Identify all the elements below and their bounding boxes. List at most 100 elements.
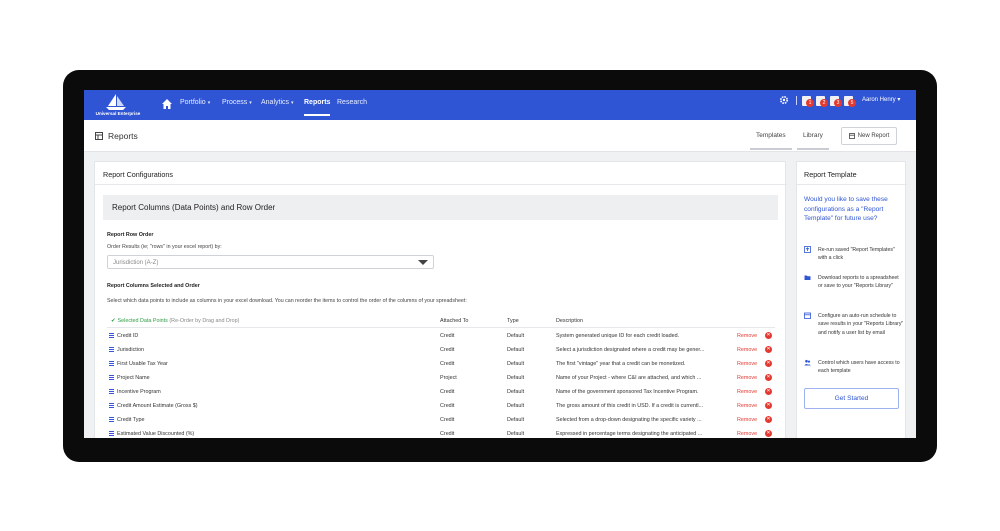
notification-badge: 3 — [834, 99, 842, 107]
drag-handle-icon[interactable] — [109, 375, 114, 380]
th-description: Description — [556, 318, 583, 324]
th-selected: ✔ Selected Data Points (Re-Order by Drag … — [111, 318, 240, 324]
drag-handle-icon[interactable] — [109, 431, 114, 436]
cell-description: Name of your Project - where C&I are att… — [556, 375, 702, 381]
logo[interactable]: Universal Enterprise — [90, 92, 142, 118]
cell-description: The gross amount of this credit in USD. … — [556, 403, 704, 409]
order-select-value: Jurisdiction (A-Z) — [113, 259, 159, 266]
cell-description: Name of the government sponsored Tax Inc… — [556, 389, 699, 395]
cell-type: Default — [507, 389, 525, 395]
cell-type: Default — [507, 361, 525, 367]
cell-name: Project Name — [117, 375, 150, 381]
order-select[interactable]: Jurisdiction (A-Z) — [107, 255, 434, 269]
table-row[interactable]: First Usable Tax Year Credit Default The fi… — [107, 357, 775, 371]
th-type: Type — [507, 318, 519, 324]
nav-portfolio[interactable]: Portfolio ▾ — [180, 99, 210, 106]
drag-handle-icon[interactable] — [109, 361, 114, 366]
drag-handle-icon[interactable] — [109, 417, 114, 422]
new-report-button[interactable]: New Report — [841, 127, 897, 145]
nav-process[interactable]: Process ▾ — [222, 99, 252, 106]
divider — [95, 184, 787, 185]
gear-icon[interactable] — [779, 95, 789, 105]
cell-description: Select a jurisdiction designated where a… — [556, 347, 705, 353]
home-icon[interactable] — [161, 98, 173, 110]
table-row[interactable]: Credit Type Credit Default Selected from a … — [107, 413, 775, 427]
drag-handle-icon[interactable] — [109, 389, 114, 394]
cell-attached: Credit — [440, 403, 455, 409]
cell-attached: Credit — [440, 347, 455, 353]
check-icon: ✔ — [111, 318, 116, 324]
tab-library[interactable]: Library — [797, 132, 829, 150]
table-row[interactable]: Jurisdiction Credit Default Select a jurisd… — [107, 343, 775, 357]
close-icon[interactable]: ✕ — [765, 402, 772, 409]
cell-attached: Credit — [440, 333, 455, 339]
cell-type: Default — [507, 375, 525, 381]
logo-text: Universal Enterprise — [95, 111, 141, 116]
row-order-label: Report Row Order — [107, 232, 154, 238]
remove-button[interactable]: Remove — [737, 333, 757, 339]
nav-separator — [796, 96, 797, 105]
cell-type: Default — [507, 333, 525, 339]
remove-button[interactable]: Remove — [737, 417, 757, 423]
cell-name: Credit ID — [117, 333, 139, 339]
remove-button[interactable]: Remove — [737, 431, 757, 437]
notification-badge: 1 — [806, 99, 814, 107]
close-icon[interactable]: ✕ — [765, 416, 772, 423]
cell-type: Default — [507, 347, 525, 353]
feature-text: Download reports to a spreadsheet or sav… — [818, 275, 899, 290]
page-header: Reports Templates Library New Report — [84, 120, 916, 152]
cell-attached: Credit — [440, 417, 455, 423]
tab-templates[interactable]: Templates — [750, 132, 792, 150]
notification-4[interactable]: 5 — [844, 95, 856, 107]
drag-handle-icon[interactable] — [109, 333, 114, 338]
order-results-label: Order Results (ie; "rows" in your excel … — [107, 244, 222, 250]
cell-name: Incentive Program — [117, 389, 161, 395]
table-row[interactable]: Incentive Program Credit Default Name of th… — [107, 385, 775, 399]
cell-name: Estimated Value Discounted (%) — [117, 431, 195, 437]
notification-2[interactable]: 2 — [816, 95, 828, 107]
top-navbar: Universal Enterprise Portfolio ▾ Process ▾… — [84, 90, 916, 120]
remove-button[interactable]: Remove — [737, 403, 757, 409]
get-started-button[interactable]: Get Started — [804, 388, 899, 409]
notification-badge: 2 — [820, 99, 828, 107]
folder-icon — [804, 275, 811, 280]
table-row[interactable]: Estimated Value Discounted (%) Credit Defa… — [107, 427, 775, 438]
panel-title: Report Configurations — [103, 170, 173, 179]
cell-description: System generated unique ID for each cred… — [556, 333, 680, 339]
drag-handle-icon[interactable] — [109, 347, 114, 352]
drag-handle-icon[interactable] — [109, 403, 114, 408]
close-icon[interactable]: ✕ — [765, 430, 772, 437]
cell-name: Credit Amount Estimate (Gross $) — [117, 403, 198, 409]
save-template-question: Would you like to save these configurati… — [804, 196, 888, 223]
cell-name: Credit Type — [117, 417, 145, 423]
table-header: ✔ Selected Data Points (Re-Order by Drag … — [107, 314, 775, 328]
user-menu[interactable]: Aaron Henry ▾ — [862, 96, 900, 103]
feature-text: Re-run saved "Report Templates" with a c… — [818, 247, 895, 262]
nav-analytics[interactable]: Analytics ▾ — [261, 99, 294, 106]
cell-attached: Credit — [440, 431, 455, 437]
remove-button[interactable]: Remove — [737, 361, 757, 367]
close-icon[interactable]: ✕ — [765, 388, 772, 395]
remove-button[interactable]: Remove — [737, 375, 757, 381]
notification-badge: 5 — [848, 99, 856, 107]
table-row[interactable]: Credit Amount Estimate (Gross $) Credit De… — [107, 399, 775, 413]
close-icon[interactable]: ✕ — [765, 346, 772, 353]
section-title: Report Columns (Data Points) and Row Ord… — [112, 203, 276, 212]
close-icon[interactable]: ✕ — [765, 360, 772, 367]
remove-button[interactable]: Remove — [737, 347, 757, 353]
notification-3[interactable]: 3 — [830, 95, 842, 107]
nav-research[interactable]: Research — [337, 99, 367, 106]
cell-type: Default — [507, 431, 525, 437]
nav-reports[interactable]: Reports — [304, 99, 331, 116]
notification-1[interactable]: 1 — [802, 95, 814, 107]
cell-attached: Project — [440, 375, 457, 381]
table-row[interactable]: Credit ID Credit Default System generated u… — [107, 329, 775, 343]
app-screen: Universal Enterprise Portfolio ▾ Process ▾… — [84, 90, 916, 438]
remove-button[interactable]: Remove — [737, 389, 757, 395]
close-icon[interactable]: ✕ — [765, 332, 772, 339]
table-row[interactable]: Project Name Project Default Name of your P… — [107, 371, 775, 385]
cell-type: Default — [507, 417, 525, 423]
cell-attached: Credit — [440, 361, 455, 367]
close-icon[interactable]: ✕ — [765, 374, 772, 381]
divider — [797, 184, 907, 185]
